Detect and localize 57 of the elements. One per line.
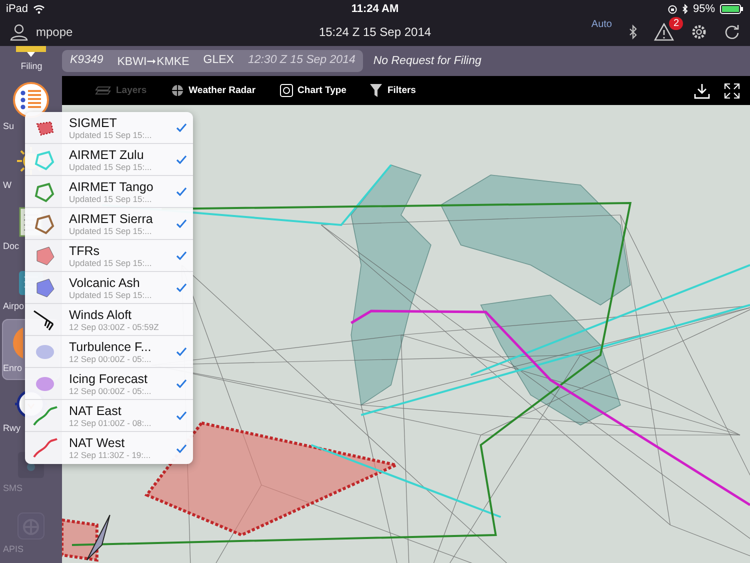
departure-time: 12:30 Z 15 Sep 2014: [248, 54, 356, 68]
layer-updated-time: 12 Sep 00:00Z - 05:...: [69, 386, 152, 396]
layer-name: Winds Aloft: [69, 308, 133, 322]
flight-number: K9349: [70, 54, 104, 68]
layer-name: SIGMET: [69, 116, 118, 130]
layer-name: AIRMET Sierra: [69, 212, 154, 226]
layer-updated-time: 12 Sep 01:00Z - 08:...: [69, 418, 152, 428]
route-text: KBWI➞KMKE: [117, 55, 190, 68]
layer-updated-time: Updated 15 Sep 15:...: [69, 226, 153, 236]
warning-icon[interactable]: [654, 23, 674, 41]
layer-name: NAT East: [69, 404, 122, 418]
layer-name: Icing Forecast: [69, 372, 149, 386]
flight-summary-card[interactable]: K9349 KBWI➞KMKE GLEX 12:30 Z 15 Sep 2014: [62, 50, 364, 72]
map-toolbar-tab[interactable]: Weather Radar: [156, 80, 261, 101]
battery-icon: [720, 4, 744, 14]
layer-updated-time: Updated 15 Sep 15:...: [69, 290, 153, 300]
layer-name: NAT West: [69, 436, 126, 450]
expand-icon[interactable]: [724, 82, 740, 98]
user-icon[interactable]: [10, 23, 28, 41]
layer-updated-time: Updated 15 Sep 15:...: [69, 258, 153, 268]
target-icon: [280, 84, 293, 97]
bluetooth-icon[interactable]: [628, 24, 638, 40]
wifi-icon: [33, 4, 46, 14]
layer-updated-time: Updated 15 Sep 15:...: [69, 194, 152, 204]
download-icon[interactable]: [694, 82, 710, 98]
layer-updated-time: Updated 15 Sep 15:...: [69, 130, 153, 140]
filing-status: No Request for Filing: [373, 55, 482, 67]
username: mpope: [36, 25, 73, 39]
map-toolbar-tab[interactable]: Filters: [355, 80, 421, 101]
layers-icon: [95, 84, 111, 96]
layer-name: Turbulence F...: [69, 340, 152, 354]
layer-name: AIRMET Tango: [69, 180, 154, 194]
aircraft-type: GLEX: [203, 54, 234, 68]
layer-updated-time: Updated 15 Sep 15:...: [69, 162, 153, 172]
layer-updated-time: 12 Sep 00:00Z - 05:...: [69, 354, 152, 364]
device-name: iPad: [6, 3, 28, 15]
aircraft-icon: [86, 514, 110, 560]
battery-percent: 95%: [692, 3, 715, 15]
layer-name: TFRs: [69, 244, 101, 258]
auto-label: Auto: [591, 19, 612, 30]
refresh-icon[interactable]: [724, 24, 740, 40]
bluetooth-icon: [682, 4, 688, 14]
lock-rotation-icon: [668, 4, 677, 14]
layer-updated-time: 12 Sep 11:30Z - 19:...: [69, 450, 152, 460]
clock: 11:24 AM: [351, 3, 399, 15]
layer-updated-time: 12 Sep 03:00Z - 05:59Z: [69, 322, 160, 332]
sidebar-item[interactable]: Filing: [2, 46, 60, 76]
square-icon: [16, 450, 46, 480]
tray-icon: [16, 46, 46, 58]
globe-icon: [170, 84, 184, 97]
layer-name: AIRMET Zulu: [69, 148, 145, 162]
alert-count-badge: 2: [669, 17, 683, 30]
layer-name: Volcanic Ash: [69, 276, 141, 290]
zulu-datetime: 15:24 Z 15 Sep 2014: [318, 25, 432, 39]
filter-icon: [370, 84, 382, 97]
map-toolbar-tab[interactable]: Chart Type: [264, 80, 352, 101]
settings-icon[interactable]: [690, 23, 708, 41]
